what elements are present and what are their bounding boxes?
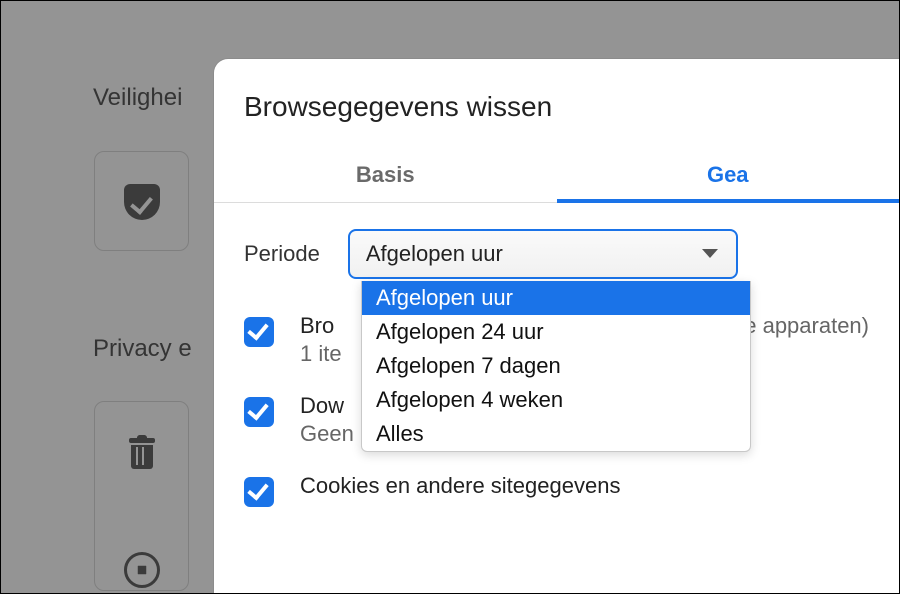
checkbox-browsing-history[interactable] xyxy=(244,317,274,347)
chevron-down-icon xyxy=(702,249,718,258)
checkbox-cookies[interactable] xyxy=(244,477,274,507)
row-cookies-title: Cookies en andere sitegegevens xyxy=(300,473,620,499)
tab-advanced[interactable]: Gea xyxy=(557,147,900,202)
checkbox-download-history[interactable] xyxy=(244,397,274,427)
period-dropdown: Afgelopen uur Afgelopen 24 uur Afgelopen… xyxy=(361,281,751,452)
period-select-value: Afgelopen uur xyxy=(366,241,503,267)
period-select[interactable]: Afgelopen uur xyxy=(348,229,738,279)
dialog-title: Browsegegevens wissen xyxy=(214,59,899,147)
clear-browsing-data-dialog: Browsegegevens wissen Basis Gea Periode … xyxy=(214,59,899,593)
row-browsing-history-sub-right: e apparaten) xyxy=(744,313,869,339)
tab-strip: Basis Gea xyxy=(214,147,899,203)
period-option-all[interactable]: Alles xyxy=(362,417,750,451)
row-download-history-title: Dow xyxy=(300,393,354,419)
period-option-24h[interactable]: Afgelopen 24 uur xyxy=(362,315,750,349)
period-option-4weeks[interactable]: Afgelopen 4 weken xyxy=(362,383,750,417)
period-option-hour[interactable]: Afgelopen uur xyxy=(362,281,750,315)
row-browsing-history-title: Bro xyxy=(300,313,342,339)
tab-basic[interactable]: Basis xyxy=(214,147,557,202)
row-download-history-sub: Geen xyxy=(300,421,354,447)
row-browsing-history-sub-left: 1 ite xyxy=(300,341,342,367)
period-label: Periode xyxy=(244,241,320,267)
period-option-7days[interactable]: Afgelopen 7 dagen xyxy=(362,349,750,383)
